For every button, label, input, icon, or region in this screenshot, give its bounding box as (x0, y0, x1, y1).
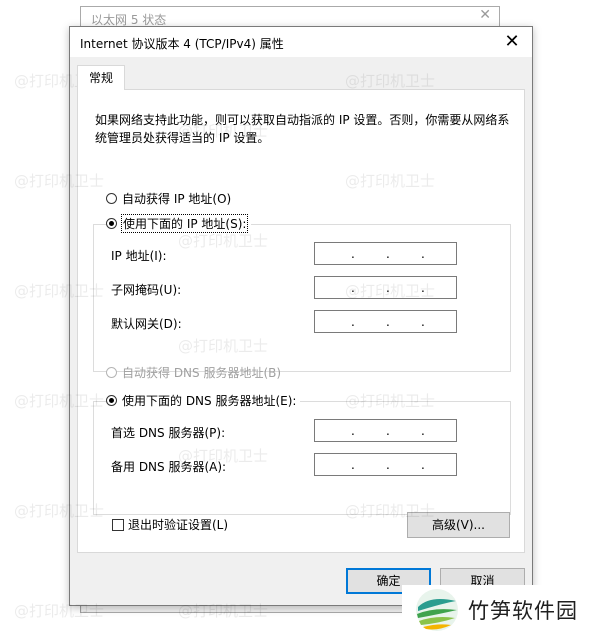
background-close-icon: ✕ (479, 7, 491, 23)
brand-name: 竹笋软件园 (468, 599, 578, 623)
watermark-text: @打印机卫士 (14, 392, 105, 410)
ip-dot: . (421, 247, 425, 261)
ip-auto-option[interactable]: 自动获得 IP 地址(O) (106, 190, 231, 207)
ip-dot: . (351, 424, 355, 438)
ip-dot: . (351, 458, 355, 472)
general-tab-panel: 如果网络支持此功能，则可以获取自动指派的 IP 设置。否则，你需要从网络系统管理… (77, 89, 525, 553)
validate-settings-label: 退出时验证设置(L) (128, 518, 229, 532)
ip-auto-radio[interactable] (106, 193, 117, 204)
watermark-text: @打印机卫士 (178, 602, 269, 620)
watermark-text: @打印机卫士 (345, 282, 436, 300)
title-bar: Internet 协议版本 4 (TCP/IPv4) 属性 ✕ (70, 27, 532, 57)
validate-settings-option[interactable]: 退出时验证设置(L) (112, 516, 228, 533)
default-gateway-input[interactable]: . . . (314, 310, 457, 333)
subnet-mask-label: 子网掩码(U): (111, 283, 182, 297)
ip-dot: . (351, 247, 355, 261)
tab-general[interactable]: 常规 (77, 65, 125, 90)
watermark-text: @打印机卫士 (345, 502, 436, 520)
watermark-text: @打印机卫士 (14, 502, 105, 520)
ip-dot: . (386, 247, 390, 261)
dns-auto-label: 自动获得 DNS 服务器地址(B) (122, 366, 282, 380)
ip-address-label: IP 地址(I): (111, 249, 167, 263)
dns-manual-option[interactable]: 使用下面的 DNS 服务器地址(E): (106, 392, 301, 409)
dns-auto-option[interactable]: 自动获得 DNS 服务器地址(B) (106, 364, 281, 381)
ip-dot: . (386, 458, 390, 472)
preferred-dns-input[interactable]: . . . (314, 419, 457, 442)
ip-dot: . (421, 458, 425, 472)
dns-auto-radio[interactable] (106, 367, 117, 378)
ip-dot: . (386, 315, 390, 329)
dns-manual-radio[interactable] (106, 395, 117, 406)
dialog-title: Internet 协议版本 4 (TCP/IPv4) 属性 (80, 37, 284, 51)
preferred-dns-label: 首选 DNS 服务器(P): (111, 426, 226, 440)
dns-manual-label: 使用下面的 DNS 服务器地址(E): (122, 394, 297, 408)
ip-manual-radio[interactable] (106, 218, 117, 229)
ip-dot: . (421, 424, 425, 438)
ip-dot: . (351, 315, 355, 329)
close-icon[interactable]: ✕ (492, 27, 532, 57)
watermark-text: @打印机卫士 (178, 337, 269, 355)
watermark-text: @打印机卫士 (14, 172, 105, 190)
ip-dot: . (386, 424, 390, 438)
watermark-text: @打印机卫士 (178, 232, 269, 250)
bamboo-logo-icon (416, 589, 458, 631)
ip-auto-label: 自动获得 IP 地址(O) (122, 192, 232, 206)
watermark-text: @打印机卫士 (345, 72, 436, 90)
validate-settings-checkbox[interactable] (112, 518, 124, 531)
ip-dot: . (421, 315, 425, 329)
tcpip-properties-dialog: Internet 协议版本 4 (TCP/IPv4) 属性 ✕ 常规 如果网络支… (69, 26, 533, 606)
watermark-text: @打印机卫士 (14, 602, 105, 620)
alternate-dns-input[interactable]: . . . (314, 453, 457, 476)
watermark-text: @打印机卫士 (178, 122, 269, 140)
ip-address-input[interactable]: . . . (314, 242, 457, 265)
watermark-text: @打印机卫士 (345, 172, 436, 190)
brand-watermark: 竹笋软件园 (402, 585, 600, 635)
default-gateway-label: 默认网关(D): (111, 317, 182, 331)
description-text: 如果网络支持此功能，则可以获取自动指派的 IP 设置。否则，你需要从网络系统管理… (95, 113, 510, 145)
watermark-text: @打印机卫士 (345, 392, 436, 410)
watermark-text: @打印机卫士 (178, 447, 269, 465)
watermark-text: @打印机卫士 (14, 282, 105, 300)
